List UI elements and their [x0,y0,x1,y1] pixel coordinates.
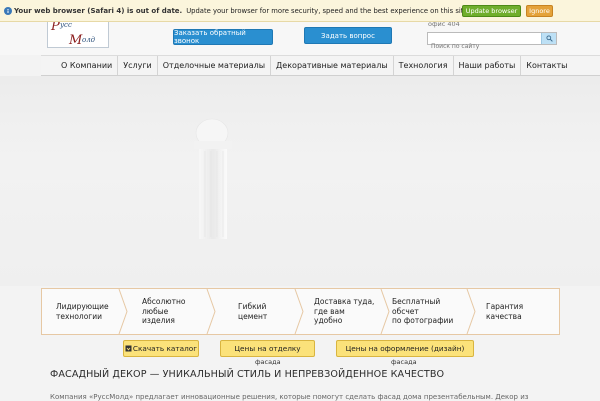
ask-question-button[interactable]: Задать вопрос [304,27,392,44]
hero-banner [0,76,600,286]
outdated-title: Your web browser (Safari 4) is out of da… [14,6,183,15]
finish-prices-button[interactable]: Цены на отделку [220,340,315,357]
outdated-message: Update your browser for more security, s… [186,6,470,15]
feature-item: Гибкий цемент [238,302,268,321]
chevron-right-icon [294,289,304,334]
search-icon [545,35,553,42]
ignore-button[interactable]: Ignore [526,5,553,17]
nav-item-contacts[interactable]: Контакты [520,56,572,75]
nav-item-decorative[interactable]: Декоративные материалы [270,56,393,75]
section-heading: ФАСАДНЫЙ ДЕКОР — УНИКАЛЬНЫЙ СТИЛЬ И НЕПР… [50,369,445,380]
logo-text-top: усс [59,21,72,29]
search-input[interactable] [428,41,544,52]
chevron-right-icon [466,289,476,334]
callback-button[interactable]: Заказать обратный звонок [173,29,273,45]
nav-item-services[interactable]: Услуги [117,56,157,75]
chevron-right-icon [206,289,216,334]
outdated-browser-bar: Your web browser (Safari 4) is out of da… [0,0,600,22]
nav-item-technology[interactable]: Технология [392,56,453,75]
nav-item-finishing[interactable]: Отделочные материалы [156,56,270,75]
nav-item-about[interactable]: О Компании [41,56,117,75]
nav-item-works[interactable]: Наши работы [452,56,521,75]
svg-text:М: М [68,33,83,48]
feature-item: Гарантия качества [486,302,524,321]
download-catalog-button[interactable]: Скачать каталог [123,340,199,357]
feature-item: Бесплатный обсчет по фотографии [392,297,454,326]
design-prices-sub: фасада [391,358,417,366]
column-illustration [194,118,232,239]
feature-item: Лидирующие технологии [56,302,109,321]
features-strip: Лидирующие технологии Абсолютно любые издел… [41,288,560,335]
main-nav: О Компании Услуги Отделочные материалы Д… [41,55,600,76]
finish-prices-sub: фасада [255,358,281,366]
search-button[interactable] [541,33,556,44]
chevron-right-icon [380,289,390,334]
search-box [427,32,557,52]
feature-item: Абсолютно любые изделия [142,297,186,326]
chevron-right-icon [118,289,128,334]
update-browser-button[interactable]: Update browser [462,5,521,17]
download-icon [125,345,132,352]
logo-text-bottom: олд [82,36,96,44]
info-icon [4,6,12,15]
design-prices-button[interactable]: Цены на оформление (дизайн) [336,340,474,357]
feature-item: Доставка туда, где вам удобно [314,297,375,326]
